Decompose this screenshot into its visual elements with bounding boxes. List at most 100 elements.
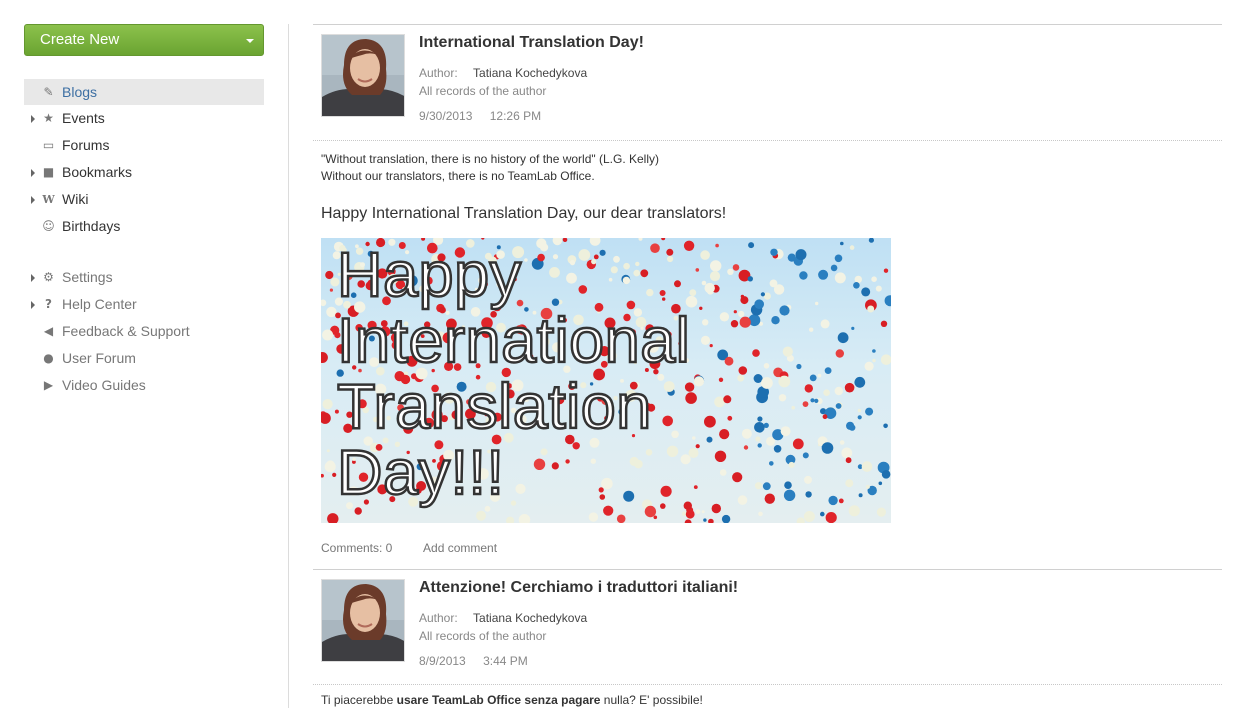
chat-icon: ● — [43, 351, 54, 365]
balloon-dot — [714, 396, 725, 408]
play-icon: ▶ — [43, 378, 54, 392]
chevron-down-icon[interactable] — [246, 39, 254, 43]
balloon-dot — [880, 354, 891, 365]
sidebar-item-label: Wiki — [62, 191, 89, 207]
post-banner-image: Happy International Translation Day!!! — [321, 238, 891, 523]
balloon-dot — [661, 238, 666, 241]
balloon-dot — [758, 511, 763, 517]
balloon-dot — [795, 249, 807, 261]
create-new-label: Create New — [40, 31, 120, 48]
balloon-dot — [715, 243, 719, 248]
expand-arrow-icon[interactable] — [31, 274, 35, 282]
balloon-dot — [848, 505, 860, 517]
sidebar-item-birthdays[interactable]: ☺ Birthdays — [24, 213, 264, 240]
balloon-dot — [858, 493, 863, 498]
balloon-dot — [820, 511, 825, 517]
sidebar-item-help-center[interactable]: ? Help Center — [24, 291, 264, 318]
sidebar-item-feedback-support[interactable]: ◀ Feedback & Support — [24, 318, 264, 345]
balloon-dot — [883, 268, 889, 273]
balloon-dot — [721, 514, 731, 523]
speech-bubble-icon: ▭ — [42, 138, 55, 152]
pin-icon: ★ — [43, 111, 54, 125]
balloon-dot — [845, 457, 852, 464]
balloon-dot — [805, 491, 812, 498]
banner-text: Happy International Translation Day!!! — [336, 241, 691, 508]
post-title[interactable]: International Translation Day! — [419, 34, 644, 52]
balloon-dot — [718, 377, 724, 382]
balloon-dot — [653, 515, 658, 520]
balloon-dot — [804, 384, 813, 393]
balloon-dot — [875, 285, 882, 292]
balloon-dot — [329, 288, 333, 292]
create-new-button[interactable]: Create New — [24, 24, 264, 56]
teaser-bold-text: usare TeamLab Office senza pagare — [396, 693, 601, 707]
author-label: Author: — [419, 611, 458, 625]
help-menu: ⚙ Settings ? Help Center ◀ Feedback & Su… — [24, 264, 264, 399]
sidebar-item-wiki[interactable]: W Wiki — [24, 186, 264, 213]
balloon-dot — [782, 346, 793, 357]
expand-arrow-icon[interactable] — [31, 169, 35, 177]
balloon-dot — [704, 282, 715, 294]
balloon-dot — [828, 495, 838, 506]
sidebar-item-label: Birthdays — [62, 218, 121, 234]
balloon-dot — [871, 276, 877, 282]
author-records-link[interactable]: All records of the author — [419, 629, 546, 643]
balloon-dot — [854, 275, 862, 284]
add-comment-link[interactable]: Add comment — [423, 541, 497, 555]
balloon-dot — [854, 376, 866, 388]
balloon-dot — [689, 289, 697, 297]
avatar[interactable] — [321, 34, 405, 117]
balloon-dot — [730, 320, 739, 328]
balloon-dot — [518, 514, 531, 523]
balloon-dot — [700, 335, 711, 345]
balloon-dot — [769, 461, 774, 466]
balloon-dot — [764, 493, 775, 504]
balloon-dot — [884, 295, 891, 307]
balloon-dot — [321, 473, 324, 478]
balloon-dot — [840, 241, 844, 246]
sidebar-item-bookmarks[interactable]: ■ Bookmarks — [24, 159, 264, 186]
expand-arrow-icon[interactable] — [31, 301, 35, 309]
sidebar-item-video-guides[interactable]: ▶ Video Guides — [24, 372, 264, 399]
author-name[interactable]: Tatiana Kochedykova — [473, 66, 587, 80]
question-icon: ? — [45, 297, 52, 311]
balloon-dot — [792, 438, 804, 450]
balloon-dot — [741, 428, 752, 439]
sidebar-item-settings[interactable]: ⚙ Settings — [24, 264, 264, 291]
post-title[interactable]: Attenzione! Cerchiamo i traduttori itali… — [419, 579, 738, 597]
balloon-dot — [685, 509, 695, 519]
balloon-dot — [723, 395, 732, 404]
balloon-dot — [684, 519, 692, 523]
avatar[interactable] — [321, 579, 405, 662]
balloon-dot — [771, 316, 780, 325]
sidebar-item-events[interactable]: ★ Events — [24, 105, 264, 132]
sidebar-item-label: Video Guides — [62, 377, 146, 393]
balloon-dot — [878, 481, 883, 486]
balloon-dot — [825, 512, 837, 523]
comments-count-link[interactable]: Comments: 0 — [321, 541, 392, 555]
balloon-dot — [719, 429, 730, 440]
balloon-dot — [876, 507, 887, 517]
balloon-dot — [857, 408, 862, 413]
sidebar-item-user-forum[interactable]: ● User Forum — [24, 345, 264, 372]
balloon-dot — [834, 386, 843, 396]
bookmark-icon: ■ — [42, 165, 55, 179]
balloon-dot — [638, 238, 643, 241]
balloon-dot — [817, 373, 822, 378]
balloon-dot — [738, 366, 748, 375]
balloon-dot — [737, 374, 745, 382]
balloon-dot — [681, 511, 687, 516]
teaser-text: nulla? E' possibile! — [600, 693, 703, 707]
author-records-link[interactable]: All records of the author — [419, 84, 546, 98]
balloon-dot — [849, 424, 856, 431]
balloon-dot — [321, 299, 327, 307]
balloon-dot — [810, 398, 815, 403]
balloon-dot — [738, 310, 745, 318]
balloon-dot — [752, 349, 760, 357]
author-name[interactable]: Tatiana Kochedykova — [473, 611, 587, 625]
expand-arrow-icon[interactable] — [31, 115, 35, 123]
expand-arrow-icon[interactable] — [31, 196, 35, 204]
sidebar-item-blogs[interactable]: ✎ Blogs — [24, 79, 264, 105]
sidebar-item-label: User Forum — [62, 350, 136, 366]
sidebar-item-forums[interactable]: ▭ Forums — [24, 132, 264, 159]
